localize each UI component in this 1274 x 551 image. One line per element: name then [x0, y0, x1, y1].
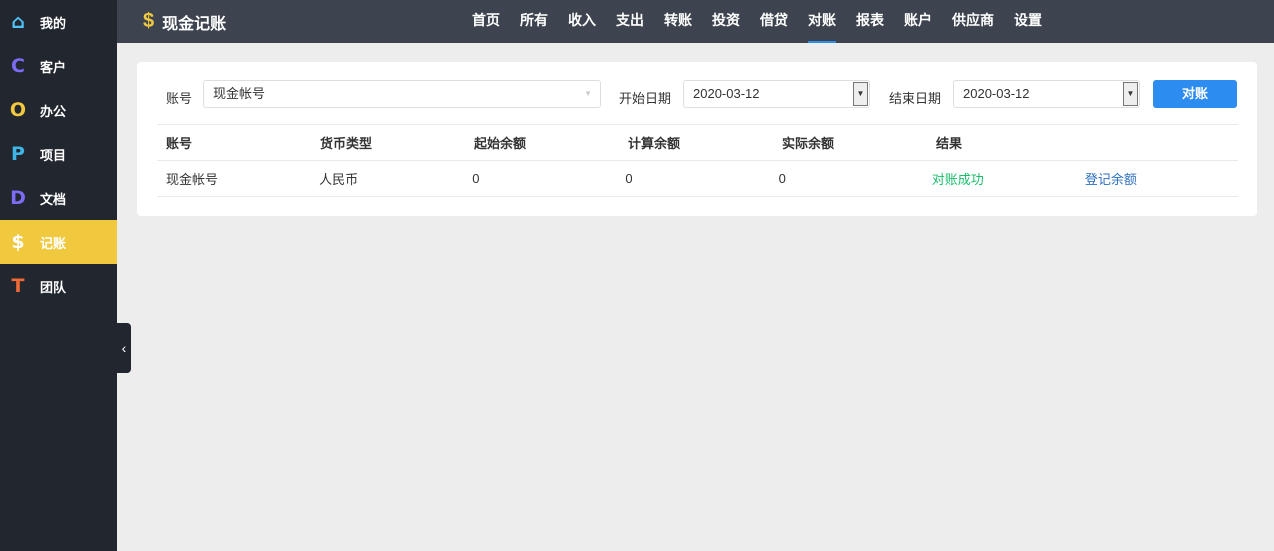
collapse-sidebar-button[interactable]: ‹ [117, 323, 131, 373]
column-header: 账号 [166, 136, 193, 151]
sidebar-item-5[interactable]: $ 记账 [0, 220, 117, 264]
sidebar-item-label: 项目 [40, 147, 67, 163]
account-label: 账号 [166, 91, 193, 106]
nav-tab-11[interactable]: 设置 [1014, 0, 1042, 43]
sidebar-icon: $ [11, 231, 25, 253]
nav-tab-5[interactable]: 投资 [712, 0, 740, 43]
column-header: 起始余额 [474, 136, 527, 151]
cell-result: 对账成功 [931, 172, 984, 187]
reconcile-table: 账号 货币类型 起始余额 计算余额 实际余额 结果 现金帐号 人民币 0 0 0… [157, 124, 1238, 197]
end-date-value: 2020-03-12 [963, 86, 1030, 101]
sidebar-item-label: 文档 [40, 191, 67, 207]
top-bar: $ 现金记账 首页 所有 收入 支出 转账 投资 借贷 对账 报表 账户 供应商 设置 [117, 0, 1274, 43]
sidebar-item-2[interactable]: O 办公 [0, 88, 117, 132]
app-title: 现金记账 [162, 15, 227, 33]
sidebar-item-3[interactable]: P 项目 [0, 132, 117, 176]
nav-tab-0[interactable]: 首页 [472, 0, 500, 43]
top-nav: 首页 所有 收入 支出 转账 投资 借贷 对账 报表 账户 供应商 设置 [472, 0, 1062, 43]
reconcile-card: 账号 现金帐号 ▼ 开始日期 2020-03-12 ▼ 结束日期 2020-03… [137, 62, 1257, 216]
start-date-input[interactable]: 2020-03-12 ▼ [683, 80, 870, 108]
sidebar-icon: ⌂ [11, 11, 25, 33]
sidebar-item-label: 办公 [40, 103, 67, 119]
nav-tab-1[interactable]: 所有 [520, 0, 548, 43]
app-brand: $ 现金记账 [143, 10, 226, 34]
chevron-down-icon: ▼ [584, 89, 592, 98]
sidebar-icon: D [10, 187, 26, 209]
dollar-icon: $ [143, 10, 155, 32]
sidebar-icon: P [11, 143, 25, 165]
sidebar-item-label: 团队 [40, 279, 67, 295]
nav-tab-6[interactable]: 借贷 [760, 0, 788, 43]
cell-start-balance: 0 [472, 171, 480, 186]
nav-tab-3[interactable]: 支出 [616, 0, 644, 43]
reconcile-button[interactable]: 对账 [1153, 80, 1237, 108]
nav-tab-2[interactable]: 收入 [568, 0, 596, 43]
chevron-left-icon: ‹ [121, 340, 127, 356]
nav-tab-7[interactable]: 对账 [808, 0, 836, 43]
sidebar-icon: C [11, 55, 25, 77]
cell-currency: 人民币 [319, 172, 359, 187]
sidebar-icon: T [11, 275, 25, 297]
table-row: 现金帐号 人民币 0 0 0 对账成功 登记余额 [157, 161, 1238, 197]
nav-tab-10[interactable]: 供应商 [952, 0, 994, 43]
sidebar-item-1[interactable]: C 客户 [0, 44, 117, 88]
cell-actual-balance: 0 [778, 171, 786, 186]
nav-tab-9[interactable]: 账户 [904, 0, 932, 43]
column-header: 货币类型 [320, 136, 373, 151]
sidebar-item-label: 记账 [40, 235, 67, 251]
column-header: 结果 [936, 136, 963, 151]
column-header: 实际余额 [782, 136, 835, 151]
column-header: 计算余额 [628, 136, 681, 151]
end-date-label: 结束日期 [889, 91, 942, 106]
cell-account: 现金帐号 [166, 172, 219, 187]
start-date-value: 2020-03-12 [693, 86, 760, 101]
sidebar-item-0[interactable]: ⌂ 我的 [0, 0, 117, 44]
nav-tab-4[interactable]: 转账 [664, 0, 692, 43]
dropdown-arrow-icon[interactable]: ▼ [1123, 82, 1138, 106]
table-header: 账号 货币类型 起始余额 计算余额 实际余额 结果 [157, 125, 1238, 161]
sidebar-icon: O [9, 99, 27, 121]
sidebar: ⌂ 我的 C 客户 O 办公 P 项目 D 文档 $ 记账 T 团队 [0, 0, 117, 551]
register-balance-link[interactable]: 登记余额 [1085, 169, 1238, 188]
sidebar-item-label: 客户 [40, 59, 67, 75]
end-date-input[interactable]: 2020-03-12 ▼ [953, 80, 1140, 108]
nav-tab-8[interactable]: 报表 [856, 0, 884, 43]
sidebar-item-4[interactable]: D 文档 [0, 176, 117, 220]
start-date-label: 开始日期 [619, 91, 672, 106]
account-select-value: 现金帐号 [213, 86, 266, 101]
cell-calculated-balance: 0 [625, 171, 633, 186]
sidebar-item-label: 我的 [40, 15, 67, 31]
account-select[interactable]: 现金帐号 ▼ [203, 80, 601, 108]
dropdown-arrow-icon[interactable]: ▼ [853, 82, 868, 106]
sidebar-item-6[interactable]: T 团队 [0, 264, 117, 308]
